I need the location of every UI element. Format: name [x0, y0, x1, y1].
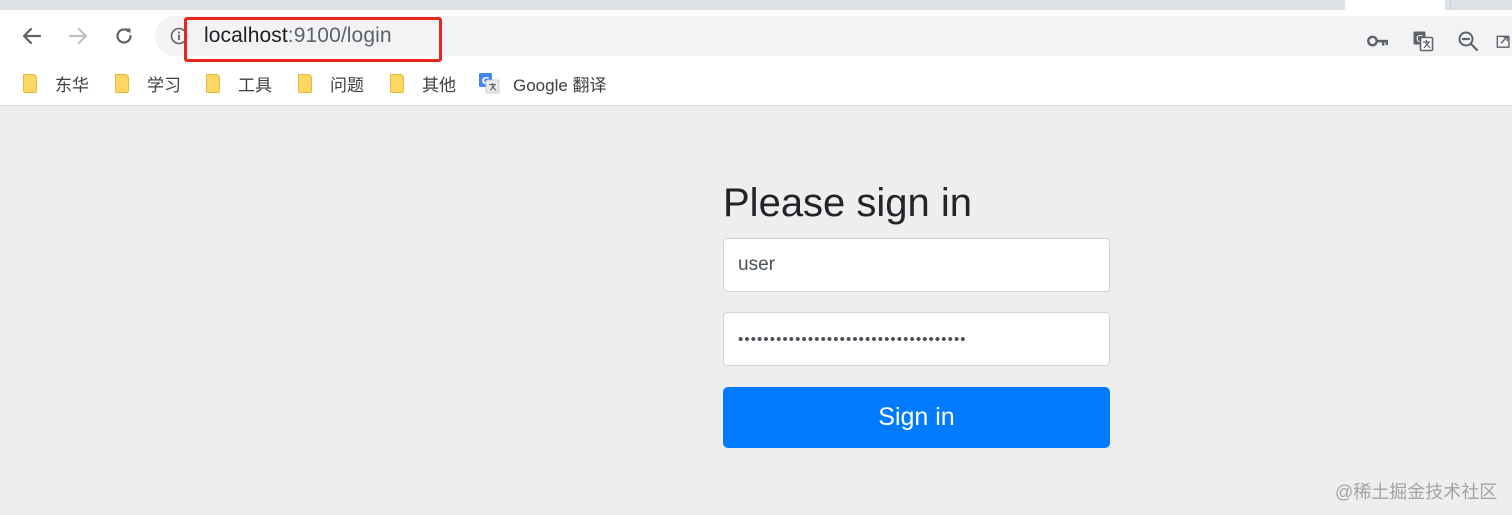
bookmarks-bar: 东华 学习 工具 问题 其他 G Google 翻译 — [0, 62, 1512, 106]
active-tab[interactable] — [1345, 0, 1445, 10]
key-icon — [1367, 35, 1388, 47]
reload-icon — [116, 28, 132, 44]
url-highlight-box — [184, 17, 442, 62]
bookmark-donghua[interactable]: 东华 — [23, 70, 89, 96]
bookmark-wenti[interactable]: 问题 — [298, 70, 364, 96]
bookmark-qita[interactable]: 其他 — [390, 70, 456, 96]
page-title: Please sign in — [723, 181, 973, 225]
bookmark-label: 其他 — [422, 75, 456, 95]
bookmark-label: 学习 — [147, 75, 181, 95]
bookmark-label: 工具 — [238, 75, 272, 95]
google-translate-icon: G — [479, 73, 500, 94]
forward-button[interactable] — [63, 22, 93, 50]
folder-icon — [206, 73, 220, 93]
share-icon — [1496, 35, 1510, 48]
bookmark-xuexi[interactable]: 学习 — [115, 70, 181, 96]
bookmark-google-translate[interactable]: G Google 翻译 — [478, 70, 607, 96]
reload-button[interactable] — [109, 22, 139, 50]
translate-page-button[interactable]: G — [1410, 28, 1436, 54]
share-button[interactable] — [1495, 28, 1512, 54]
password-key-button[interactable] — [1365, 28, 1391, 54]
inactive-tab[interactable] — [1450, 0, 1512, 10]
zoom-button[interactable] — [1455, 28, 1481, 54]
watermark-text: @稀土掘金技术社区 — [1335, 482, 1498, 502]
translate-icon: G — [1413, 31, 1434, 52]
bookmark-gongju[interactable]: 工具 — [206, 70, 272, 96]
back-button[interactable] — [17, 22, 47, 50]
bookmark-label: 东华 — [55, 75, 89, 95]
zoom-out-icon — [1458, 31, 1479, 52]
login-page: Please sign in user ••••••••••••••••••••… — [0, 107, 1512, 515]
bookmark-label: 问题 — [330, 75, 364, 95]
back-arrow-icon — [22, 27, 42, 45]
bookmark-label: Google 翻译 — [513, 75, 607, 95]
password-input[interactable]: •••••••••••••••••••••••••••••••••••• — [723, 312, 1110, 366]
username-input[interactable]: user — [723, 238, 1110, 292]
forward-arrow-icon — [68, 27, 88, 45]
folder-icon — [115, 73, 129, 93]
tab-strip — [0, 0, 1512, 10]
folder-icon — [23, 73, 37, 93]
folder-icon — [298, 73, 312, 93]
folder-icon — [390, 73, 404, 93]
sign-in-button[interactable]: Sign in — [723, 387, 1110, 448]
